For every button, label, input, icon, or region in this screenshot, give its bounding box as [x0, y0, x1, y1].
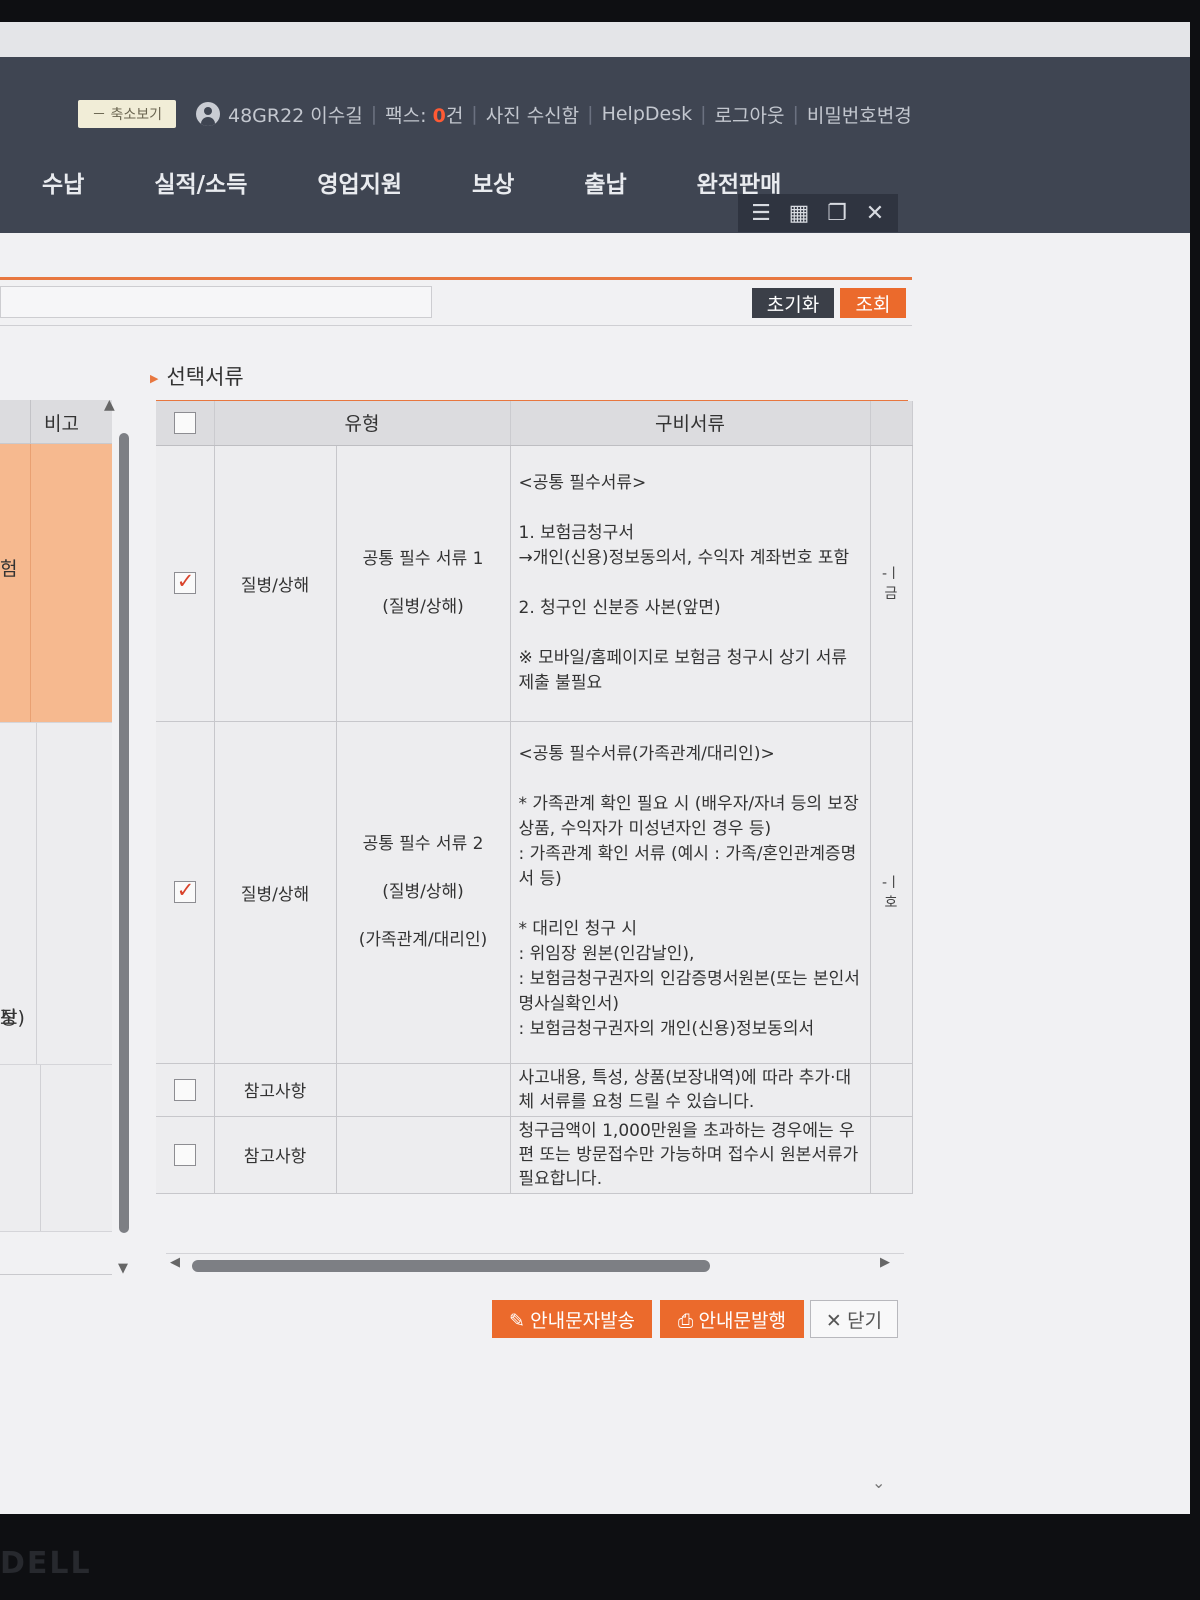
fax-unit: 건	[445, 104, 464, 127]
type-cell: 질병/상해	[214, 445, 337, 722]
table-header-row: 유형 구비서류	[156, 401, 913, 446]
left-grid-row[interactable]	[0, 1064, 112, 1232]
row-checkbox[interactable]	[173, 1143, 196, 1166]
type-cell: 참고사항	[214, 1063, 337, 1117]
fax-link[interactable]: 팩스: 0건	[385, 101, 463, 128]
screen: － 축소보기 48GR22 이수길 | 팩스: 0건 | 사진 수신함 | He…	[0, 22, 1190, 1514]
type-cell: 질병/상해	[214, 721, 337, 1064]
separator: |	[587, 103, 594, 125]
close-button[interactable]: ✕ 닫기	[810, 1300, 898, 1338]
vertical-scrollbar[interactable]	[119, 433, 129, 1233]
select-all-checkbox[interactable]	[173, 412, 196, 434]
extra-cell	[870, 1063, 913, 1117]
separator: |	[370, 103, 378, 125]
reset-button[interactable]: 초기화	[752, 288, 834, 318]
pencil-icon: ✎	[508, 1310, 525, 1332]
printer-icon: ⎙	[678, 1310, 694, 1332]
user-name: 48GR22 이수길	[227, 104, 363, 127]
chevron-down-icon: ⌄	[872, 1473, 886, 1492]
select-all-cell	[156, 401, 215, 446]
monitor-logo: DELL	[0, 1546, 92, 1581]
main-nav: 수납 실적/소득 영업지원 보상 출납 완전판매	[42, 165, 851, 199]
left-grid-row-selected[interactable]: 험	[0, 444, 112, 722]
nav-item-claims[interactable]: 보상	[472, 165, 514, 199]
documents-cell: <공통 필수서류> 1. 보험금청구서 →개인(신용)정보동의서, 수익자 계좌…	[510, 445, 871, 722]
column-header-extra	[870, 401, 913, 446]
window-top-strip	[0, 22, 1190, 57]
row-checkbox[interactable]	[173, 878, 196, 903]
column-header-remarks: 비고	[44, 413, 79, 435]
utility-bar: － 축소보기 48GR22 이수길 | 팩스: 0건 | 사진 수신함 | He…	[78, 97, 912, 131]
helpdesk-link[interactable]: HelpDesk	[602, 103, 693, 125]
name-cell: 공통 필수 서류 1 (질병/상해)	[336, 445, 511, 722]
nav-item-performance[interactable]: 실적/소득	[154, 165, 247, 199]
cascade-icon[interactable]: ❐	[822, 201, 852, 226]
separator: |	[792, 103, 799, 125]
grid-icon[interactable]: ▦	[784, 201, 814, 226]
column-header-type: 유형	[214, 401, 511, 446]
divider	[0, 1274, 112, 1275]
divider	[0, 325, 912, 326]
checkbox-cell	[156, 1116, 215, 1194]
separator: |	[700, 103, 707, 125]
scroll-down-icon[interactable]: ▼	[118, 1261, 128, 1276]
nav-item-cashier[interactable]: 출납	[584, 165, 626, 199]
name-cell	[336, 1116, 511, 1194]
nav-item-sales-support[interactable]: 영업지원	[317, 165, 402, 199]
checkbox-cell	[156, 445, 215, 722]
document-table: 유형 구비서류 질병/상해 공통 필수 서류 1(질병/상해) <공통 필수서류…	[156, 401, 913, 1194]
logout-link[interactable]: 로그아웃	[715, 101, 785, 128]
shrink-view-button[interactable]: － 축소보기	[78, 100, 176, 128]
section-title: ▶ 선택서류	[150, 365, 244, 389]
row-checkbox[interactable]	[173, 1078, 196, 1101]
left-grid-header: 비고	[0, 400, 112, 444]
menu-icon[interactable]: ☰	[746, 201, 776, 226]
name-cell: 공통 필수 서류 2 (질병/상해) (가족관계/대리인)	[336, 721, 511, 1064]
table-row[interactable]: 참고사항 사고내용, 특성, 상품(보장내역)에 따라 추가·대체 서류를 요청…	[156, 1063, 913, 1117]
scroll-up-icon[interactable]: ▲	[104, 397, 115, 413]
extra-cell: -ㅣ 금	[870, 445, 913, 722]
table-row[interactable]: 참고사항 청구금액이 1,000만원을 초과하는 경우에는 우편 또는 방문접수…	[156, 1116, 913, 1194]
scroll-right-icon[interactable]: ▶	[880, 1255, 890, 1270]
change-password-link[interactable]: 비밀번호변경	[807, 101, 912, 128]
orange-divider	[0, 277, 912, 280]
close-icon: ✕	[825, 1310, 842, 1332]
photo-inbox-link[interactable]: 사진 수신함	[486, 101, 579, 128]
documents-cell: 사고내용, 특성, 상품(보장내역)에 따라 추가·대체 서류를 요청 드릴 수…	[510, 1063, 871, 1117]
send-sms-button[interactable]: ✎ 안내문자발송	[492, 1300, 652, 1338]
left-grid-row[interactable]: 보 장)	[0, 722, 112, 1064]
extra-cell: -ㅣ 호	[870, 721, 913, 1064]
bullet-icon: ▶	[150, 371, 159, 385]
fax-label: 팩스:	[385, 104, 427, 127]
extra-cell	[870, 1116, 913, 1194]
checkbox-cell	[156, 721, 215, 1064]
print-notice-button[interactable]: ⎙ 안내문발행	[660, 1300, 804, 1338]
type-cell: 참고사항	[214, 1116, 337, 1194]
fax-count: 0	[432, 104, 446, 127]
name-cell	[336, 1063, 511, 1117]
documents-cell: 청구금액이 1,000만원을 초과하는 경우에는 우편 또는 방문접수만 가능하…	[510, 1116, 871, 1194]
documents-cell: <공통 필수서류(가족관계/대리인)> * 가족관계 확인 필요 시 (배우자/…	[510, 721, 871, 1064]
row-checkbox[interactable]	[173, 569, 196, 594]
query-button[interactable]: 조회	[840, 288, 906, 318]
row-text: 험	[0, 558, 18, 580]
table-row[interactable]: 질병/상해 공통 필수 서류 2(질병/상해)(가족관계/대리인) <공통 필수…	[156, 721, 913, 1064]
divider	[166, 1253, 904, 1254]
user-icon	[195, 102, 220, 126]
column-header-documents: 구비서류	[510, 401, 871, 446]
close-icon[interactable]: ✕	[860, 201, 890, 226]
horizontal-scrollbar[interactable]	[192, 1260, 710, 1272]
window-tools: ☰ ▦ ❐ ✕	[738, 194, 898, 232]
checkbox-cell	[156, 1063, 215, 1117]
nav-item-payment[interactable]: 수납	[42, 165, 84, 199]
app-header: － 축소보기 48GR22 이수길 | 팩스: 0건 | 사진 수신함 | He…	[0, 57, 1190, 233]
separator: |	[471, 103, 478, 125]
left-grid: 비고 험 보 장)	[0, 400, 112, 1232]
search-input[interactable]	[0, 286, 432, 318]
content-area: 초기화 조회 비고 험 보 장) ▲ ▼ ▶ 선택서류 유형 구비서류 ✓ 질병…	[0, 233, 1190, 1514]
scroll-left-icon[interactable]: ◀	[170, 1255, 180, 1270]
table-row[interactable]: 질병/상해 공통 필수 서류 1(질병/상해) <공통 필수서류> 1. 보험금…	[156, 445, 913, 722]
